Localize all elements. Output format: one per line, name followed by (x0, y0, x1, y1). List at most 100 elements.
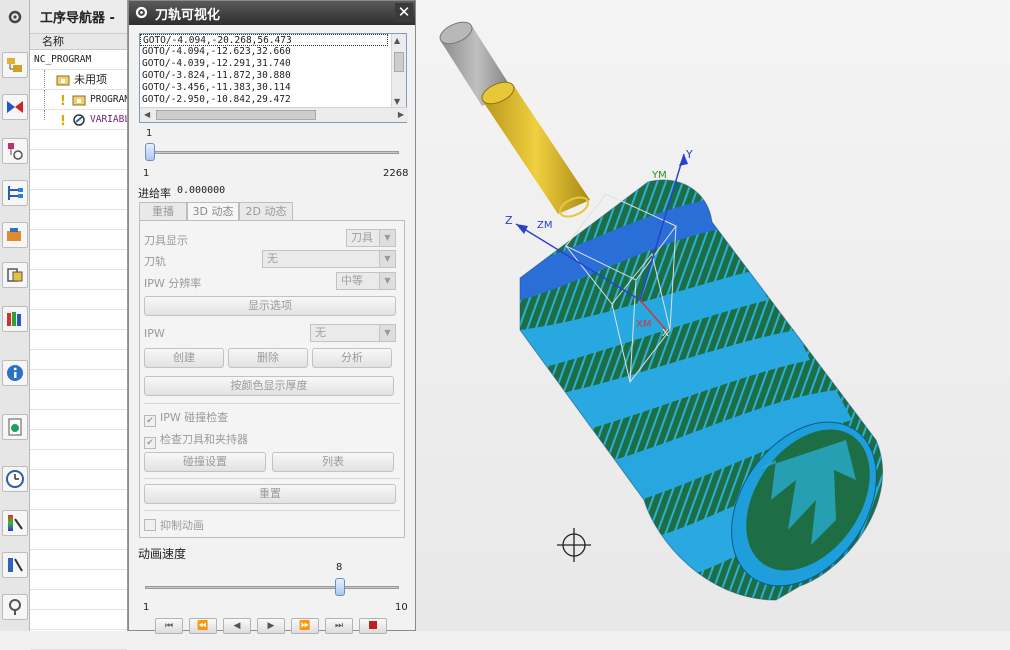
create-button[interactable]: 创建 (144, 348, 224, 368)
operation-navigator-panel: 工序导航器 - 名称 NC_PROGRAM 未用项 ! PROGRAM ! VA… (30, 0, 128, 650)
goto-line[interactable]: GOTO/-3.824,-11.872,30.880 (140, 70, 388, 82)
goto-line[interactable]: GOTO/-3.456,-11.383,30.114 (140, 82, 388, 94)
speed-slider-thumb[interactable] (334, 578, 345, 596)
horizontal-scrollbar[interactable]: ◀ ▶ (140, 107, 408, 122)
info-icon[interactable] (2, 360, 28, 386)
empty-row (30, 450, 127, 470)
ipw-select[interactable]: 无 ▼ (310, 324, 396, 342)
operation-icon (72, 113, 86, 127)
chevron-down-icon: ▼ (379, 230, 395, 246)
operation-navigator-icon[interactable] (2, 180, 28, 206)
checkbox-label: 抑制动画 (160, 519, 204, 532)
check-tool-holder-checkbox[interactable]: ✔ 检查刀具和夹持器 (144, 431, 248, 449)
goto-listbox[interactable]: GOTO/-4.094,-20.268,56.473 GOTO/-4.094,-… (139, 33, 408, 123)
tree-connector (44, 110, 45, 120)
palette-icon[interactable] (2, 510, 28, 536)
tab-replay[interactable]: 重播 (139, 202, 187, 220)
delete-button[interactable]: 删除 (228, 348, 308, 368)
toolpath-label: 刀轨 (144, 255, 166, 268)
machine-tool-icon[interactable] (2, 222, 28, 248)
ipw-resolution-label: IPW 分辨率 (144, 277, 202, 290)
folder-icon (56, 74, 70, 86)
collision-settings-button[interactable]: 碰撞设置 (144, 452, 266, 472)
speed-slider-track[interactable] (145, 586, 399, 589)
empty-row (30, 610, 127, 630)
tree-row-unused[interactable]: 未用项 (30, 70, 127, 90)
document-icon[interactable] (2, 414, 28, 440)
animation-speed-label: 动画速度 (138, 547, 187, 561)
goto-line[interactable]: GOTO/-4.094,-12.623,32.660 (140, 46, 388, 58)
dialog-title-bar[interactable]: 刀轨可视化 ✕ (129, 1, 415, 25)
stop-icon[interactable] (359, 618, 387, 634)
rewind-to-start-icon[interactable]: ⏮ (155, 618, 183, 634)
part-navigator-icon[interactable] (2, 52, 28, 78)
axis-label-xm: XM (636, 319, 651, 330)
reuse-library-icon[interactable] (2, 262, 28, 288)
tree-label: NC_PROGRAM (34, 54, 92, 65)
tree-row-variable[interactable]: ! VARIABLE (30, 110, 127, 130)
close-icon[interactable]: ✕ (395, 3, 413, 22)
empty-row (30, 510, 127, 530)
column-header-name[interactable]: 名称 (30, 34, 127, 50)
step-forward-icon[interactable]: ⏩ (291, 618, 319, 634)
ipw-label: IPW (144, 327, 165, 340)
scroll-down-icon[interactable]: ▼ (394, 97, 400, 106)
ipw-resolution-select[interactable]: 中等 ▼ (336, 272, 396, 290)
empty-row (30, 570, 127, 590)
history-icon[interactable] (2, 466, 28, 492)
divider (144, 403, 400, 404)
list-button[interactable]: 列表 (272, 452, 394, 472)
play-backward-icon[interactable]: ◀ (223, 618, 251, 634)
ipw-collision-checkbox[interactable]: ✔ IPW 碰撞检查 (144, 409, 228, 427)
tab-2d-dynamic[interactable]: 2D 动态 (239, 202, 293, 220)
axis-label-z: Z (505, 214, 513, 227)
position-slider-thumb[interactable] (145, 143, 155, 161)
select-value: 中等 (341, 274, 363, 287)
assembly-icon[interactable] (2, 94, 28, 120)
constraints-icon[interactable] (2, 138, 28, 164)
vertical-scrollbar[interactable]: ▲ ▼ (391, 34, 406, 108)
warning-icon: ! (60, 94, 66, 109)
tab-panel-3d: 刀具显示 刀具 ▼ 刀轨 无 ▼ IPW 分辨率 中等 ▼ 显示选项 IPW 无 ▼ 创… (139, 220, 405, 538)
tool-display-select[interactable]: 刀具 ▼ (346, 229, 396, 247)
empty-row (30, 190, 127, 210)
tree-row-nc-program[interactable]: NC_PROGRAM (30, 50, 127, 70)
reset-button[interactable]: 重置 (144, 484, 396, 504)
play-forward-icon[interactable]: ▶ (257, 618, 285, 634)
scroll-up-icon[interactable]: ▲ (394, 36, 400, 45)
axis-label-zm: ZM (537, 220, 552, 231)
goto-line[interactable]: GOTO/-4.039,-12.291,31.740 (140, 58, 388, 70)
step-back-icon[interactable]: ⏪ (189, 618, 217, 634)
analyze-button[interactable]: 分析 (312, 348, 392, 368)
toolpath-select[interactable]: 无 ▼ (262, 250, 396, 268)
checkbox-checked-icon: ✔ (144, 437, 156, 449)
fast-forward-to-end-icon[interactable]: ⏭ (325, 618, 353, 634)
tree-row-program[interactable]: ! PROGRAM (30, 90, 127, 110)
goto-line[interactable]: GOTO/-2.950,-10.842,29.472 (140, 94, 388, 106)
thickness-by-color-button[interactable]: 按颜色显示厚度 (144, 376, 394, 396)
tab-3d-dynamic[interactable]: 3D 动态 (187, 202, 239, 220)
tools-icon[interactable] (2, 594, 28, 620)
warning-icon: ! (60, 114, 66, 129)
part-3d-view: Y YM Z ZM XM X (439, 21, 883, 601)
graphics-viewport[interactable]: Y YM Z ZM XM X (416, 0, 1010, 631)
empty-row (30, 330, 127, 350)
position-slider-track[interactable] (145, 151, 399, 154)
goto-line[interactable]: GOTO/-4.094,-20.268,56.473 (140, 34, 388, 46)
empty-row (30, 490, 127, 510)
divider (144, 478, 400, 479)
display-options-button[interactable]: 显示选项 (144, 296, 396, 316)
scrollbar-thumb[interactable] (156, 110, 316, 120)
gear-icon[interactable] (2, 4, 28, 30)
empty-row (30, 530, 127, 550)
scrollbar-thumb[interactable] (394, 52, 404, 72)
crosshair-cursor-icon (557, 528, 591, 562)
roles-icon[interactable] (2, 306, 28, 332)
process-icon[interactable] (2, 552, 28, 578)
chevron-down-icon: ▼ (379, 273, 395, 289)
scroll-left-icon[interactable]: ◀ (144, 110, 150, 119)
axis-label-x: X (662, 328, 669, 339)
suppress-animation-checkbox[interactable]: 抑制动画 (144, 517, 204, 533)
scroll-right-icon[interactable]: ▶ (398, 110, 404, 119)
gear-icon[interactable] (133, 4, 150, 21)
